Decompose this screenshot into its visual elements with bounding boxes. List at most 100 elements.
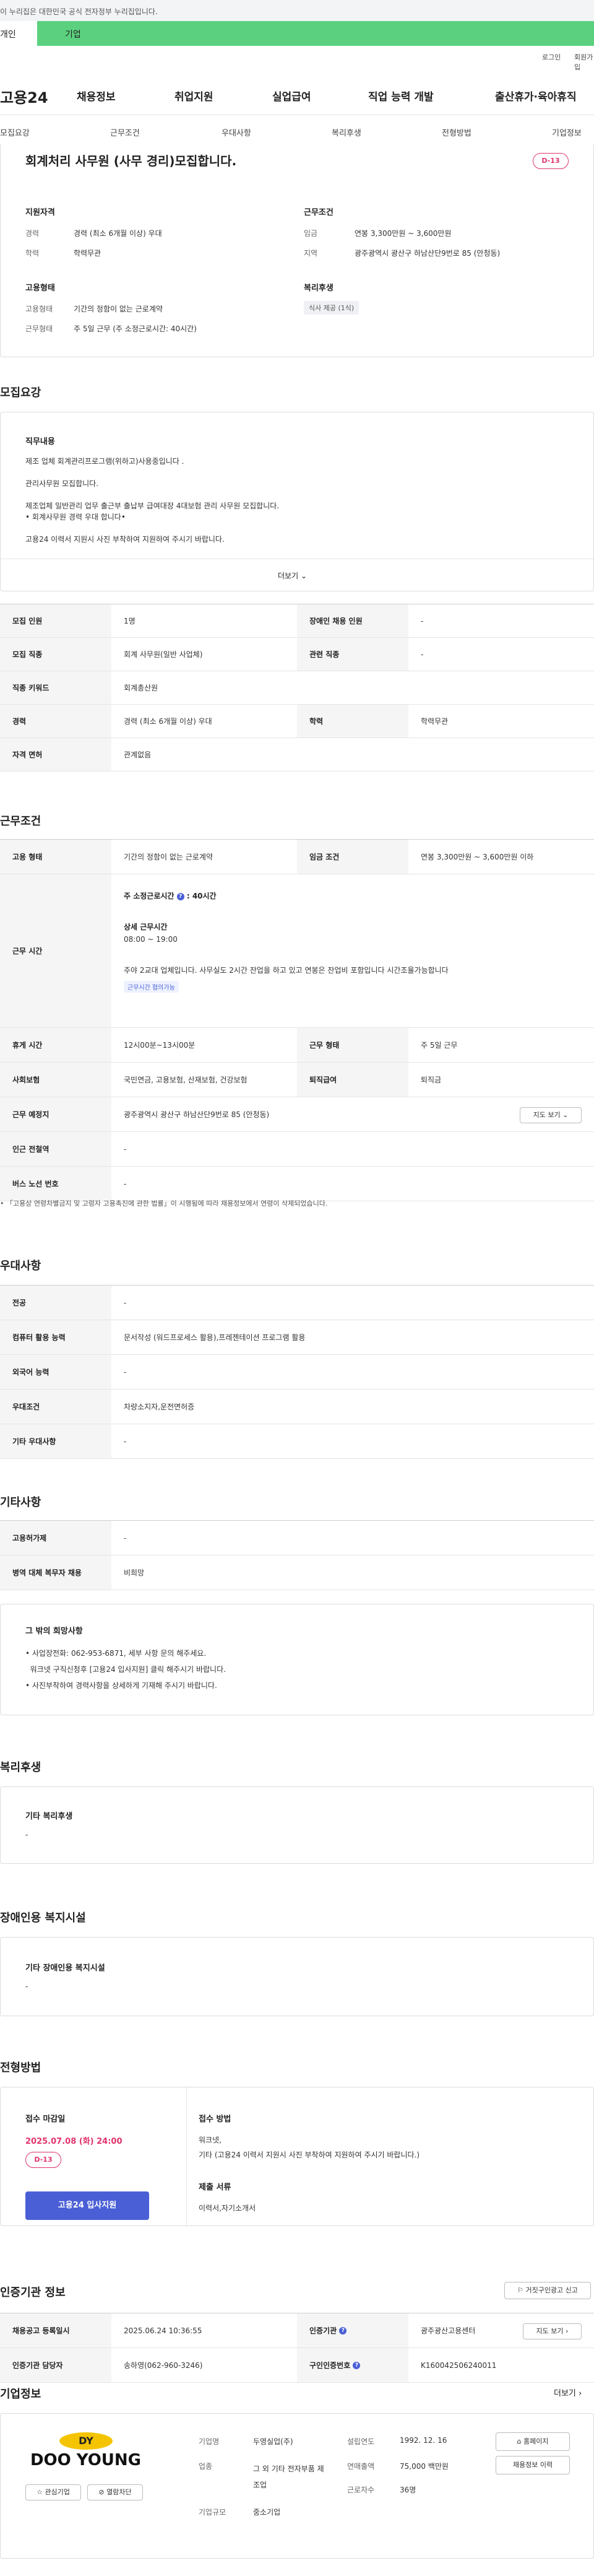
row-label: 자격 면허 bbox=[0, 738, 111, 771]
map-button[interactable]: 지도 보기 ⌄ bbox=[520, 1107, 582, 1123]
emptype-label: 고용형태 bbox=[25, 305, 53, 313]
tab-personal[interactable]: 개인 bbox=[0, 21, 37, 46]
table-row: 경력 경력 (최소 6개월 이상) 우대 학력 학력무관 bbox=[0, 705, 594, 738]
company-year-label: 설립연도 bbox=[347, 2437, 375, 2446]
job-history-button[interactable]: 채용정보 이력 bbox=[496, 2456, 570, 2474]
job-title: 회계처리 사무원 (사무 경리)모집합니다. bbox=[25, 154, 237, 168]
star-icon: ☆ bbox=[37, 2488, 43, 2496]
row-label: 학력 bbox=[297, 705, 408, 738]
top-tabs: 개인 기업 bbox=[0, 21, 594, 46]
section-nav-recruit[interactable]: 모집요강 bbox=[0, 126, 30, 138]
section-title-disabled: 장애인용 복지시설 bbox=[0, 1912, 86, 1925]
login-link[interactable]: 로그인 bbox=[542, 52, 561, 62]
row-label: 퇴직급여 bbox=[297, 1063, 408, 1097]
table-row: 근무 예정지 광주광역시 광산구 하남산단9번로 85 (안청동) 지도 보기 … bbox=[0, 1097, 594, 1132]
emptype-value: 기간의 정함이 없는 근로계약 bbox=[74, 305, 163, 313]
company-name-label: 기업명 bbox=[199, 2437, 220, 2446]
row-label: 관련 직종 bbox=[297, 638, 408, 671]
help-icon[interactable]: ? bbox=[339, 2326, 347, 2334]
row-value: 국민연금, 고용보험, 산재보험, 건강보험 bbox=[124, 1076, 248, 1084]
section-nav-preferences[interactable]: 우대사항 bbox=[222, 126, 251, 138]
row-label: 인증기관 담당자 bbox=[0, 2348, 111, 2382]
etc-table: 고용허가제 - 병역 대체 복무자 채용 비희망 bbox=[0, 1520, 594, 1590]
row-value: - bbox=[124, 1298, 127, 1307]
region-label: 지역 bbox=[304, 249, 318, 258]
company-industry-value: 그 외 기타 전자부품 제조업 bbox=[253, 2465, 324, 2489]
section-title-conditions: 근무조건 bbox=[0, 815, 41, 828]
row-label: 외국어 능력 bbox=[0, 1355, 111, 1389]
company-size-label: 기업규모 bbox=[199, 2508, 226, 2517]
section-nav-welfare[interactable]: 복리후생 bbox=[332, 126, 361, 138]
alarm-icon: ⚐ bbox=[517, 2286, 523, 2294]
company-more-link[interactable]: 더보기 › bbox=[554, 2387, 582, 2398]
company-logo: DY DOO YOUNG bbox=[25, 2432, 146, 2476]
apply-button[interactable]: 고용24 입사지원 bbox=[25, 2191, 149, 2220]
row-label: 근무 예정지 bbox=[0, 1097, 111, 1131]
tab-business[interactable]: 기업 bbox=[37, 21, 594, 46]
conditions-table: 고용 형태 기간의 정함이 없는 근로계약 임금 조건 연봉 3,300만원 ~… bbox=[0, 839, 594, 1201]
company-box: DY DOO YOUNG ☆ 관심기업 ⊘ 열람차단 기업명 두영실업(주) 업… bbox=[0, 2413, 594, 2559]
site-logo[interactable]: 고용24 bbox=[0, 85, 48, 107]
report-button[interactable]: ⚐ 거짓구인광고 신고 bbox=[504, 2282, 591, 2299]
row-label: 기타 우대사항 bbox=[0, 1424, 111, 1458]
job-summary-card: 회계처리 사무원 (사무 경리)모집합니다. D-13 지원자격 경력 경력 (… bbox=[0, 144, 594, 357]
chevron-right-icon: › bbox=[566, 2327, 569, 2335]
job-desc-line: • 회계사무원 경력 우대 합니다• bbox=[25, 513, 126, 521]
welfare-box-value: - bbox=[25, 1830, 28, 1839]
table-row: 사회보험 국민연금, 고용보험, 산재보험, 건강보험 퇴직급여 퇴직금 bbox=[0, 1063, 594, 1097]
deadline-value: 2025.07.08 (화) 24:00 bbox=[25, 2137, 123, 2146]
block-button[interactable]: ⊘ 열람차단 bbox=[87, 2484, 143, 2500]
preferences-table: 전공 - 컴퓨터 활용 능력 문서작성 (워드프로세스 활용),프레젠테이션 프로그… bbox=[0, 1285, 594, 1459]
row-value: 주 5일 근무 bbox=[421, 1041, 458, 1050]
row-value: - bbox=[421, 650, 424, 659]
table-row: 버스 노선 번호 - bbox=[0, 1167, 594, 1201]
homepage-button[interactable]: ⌂ 홈페이지 bbox=[496, 2432, 570, 2451]
job-desc-line: 관리사무원 모집합니다. bbox=[25, 479, 99, 488]
help-icon[interactable]: ? bbox=[353, 2361, 361, 2369]
row-value: - bbox=[124, 1179, 127, 1188]
signup-link[interactable]: 회원가입 bbox=[574, 52, 594, 72]
job-description-box: 직무내용 제조 업체 회계관리프로그램(위하고)사용중입니다 . 관리사무원 모… bbox=[0, 412, 594, 591]
company-logo-text: DOO YOUNG bbox=[30, 2451, 142, 2469]
row-value: 학력무관 bbox=[421, 717, 449, 726]
row-label: 구인인증번호 ? bbox=[297, 2348, 408, 2382]
row-value: K160042506240011 bbox=[421, 2361, 497, 2370]
other-wishes-title: 그 밖의 희망사항 bbox=[25, 1627, 83, 1636]
row-value: 2025.06.24 10:36:55 bbox=[124, 2326, 202, 2335]
section-nav-selection[interactable]: 전형방법 bbox=[442, 126, 471, 138]
wage-label: 임금 bbox=[304, 229, 318, 238]
welfare-title: 복리후생 bbox=[304, 284, 334, 293]
company-year-value: 1992. 12. 16 bbox=[400, 2436, 447, 2445]
detail-time: 08:00 ~ 19:00 bbox=[124, 935, 178, 944]
method-line: 기타 (고용24 이력서 지원시 사진 부착하여 지원하여 주시기 바랍니다.) bbox=[199, 2151, 420, 2159]
company-sales-value: 75,000 백만원 bbox=[400, 2462, 449, 2471]
nav-item-jobs[interactable]: 채용정보 bbox=[77, 88, 116, 103]
nav-item-training[interactable]: 직업 능력 개발 bbox=[368, 88, 434, 103]
help-icon[interactable]: ? bbox=[176, 892, 184, 900]
section-nav-company[interactable]: 기업정보 bbox=[552, 126, 582, 138]
row-label: 임금 조건 bbox=[297, 840, 408, 874]
home-icon: ⌂ bbox=[517, 2437, 522, 2445]
section-title-welfare: 복리후생 bbox=[0, 1761, 41, 1774]
section-title-company: 기업정보 bbox=[0, 2388, 41, 2401]
nav-item-employment-support[interactable]: 취업지원 bbox=[174, 88, 213, 103]
career-value: 경력 (최소 6개월 이상) 우대 bbox=[74, 229, 162, 238]
row-label: 고용허가제 bbox=[0, 1521, 111, 1555]
interest-button[interactable]: ☆ 관심기업 bbox=[25, 2484, 81, 2500]
row-label: 컴퓨터 활용 능력 bbox=[0, 1320, 111, 1354]
job-desc-line: 제조업체 일반관리 업무 출근부 출납부 급여대장 4대보험 관리 사무원 모집… bbox=[25, 502, 280, 510]
section-nav-conditions[interactable]: 근무조건 bbox=[110, 126, 140, 138]
divider bbox=[186, 2087, 187, 2226]
job-desc-line: 제조 업체 회계관리프로그램(위하고)사용중입니다 . bbox=[25, 457, 184, 466]
more-button[interactable]: 더보기 ⌄ bbox=[278, 570, 307, 581]
edu-value: 학력무관 bbox=[74, 249, 101, 258]
table-row: 직종 키워드 회계총산원 bbox=[0, 671, 594, 705]
nav-item-unemployment[interactable]: 실업급여 bbox=[272, 88, 311, 103]
map-button[interactable]: 지도 보기 › bbox=[523, 2323, 582, 2339]
section-title-recruit: 모집요강 bbox=[0, 386, 41, 399]
row-label: 모집 인원 bbox=[0, 604, 111, 637]
row-value: 퇴직금 bbox=[421, 1076, 442, 1084]
detail-note: 주야 2교대 업체입니다. 사무실도 2시간 잔업을 하고 있고 연봉은 잔업비… bbox=[124, 966, 449, 975]
company-staff-value: 36명 bbox=[400, 2486, 416, 2494]
nav-item-leave[interactable]: 출산휴가·육아휴직 bbox=[495, 88, 577, 103]
